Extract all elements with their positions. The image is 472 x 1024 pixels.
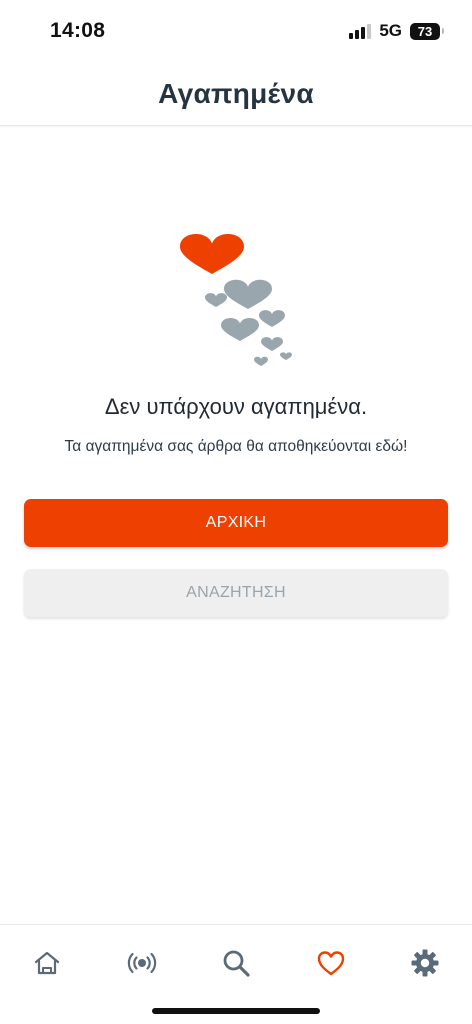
network-type: 5G (379, 21, 402, 40)
home-indicator[interactable] (152, 1008, 320, 1014)
hearts-icon (180, 234, 292, 366)
status-indicators: 5G 73 (349, 21, 444, 41)
status-bar: 14:08 5G 73 (0, 0, 472, 62)
search-icon (223, 950, 250, 977)
page-title: Αγαπημένα (158, 77, 314, 109)
battery-level: 73 (410, 22, 440, 40)
status-time: 14:08 (50, 19, 106, 42)
gear-icon (411, 949, 439, 977)
nav-live[interactable] (114, 935, 170, 991)
live-radio-icon (127, 952, 157, 974)
nav-search[interactable] (208, 935, 264, 991)
battery-icon: 73 (410, 22, 444, 40)
home-icon (34, 951, 60, 975)
nav-home[interactable] (19, 935, 75, 991)
app-header: Αγαπημένα (0, 62, 472, 126)
nav-settings[interactable] (397, 935, 453, 991)
signal-strength-icon (349, 23, 372, 39)
empty-state-subtitle: Τα αγαπημένα σας άρθρα θα αποθηκεύονται … (64, 438, 408, 455)
empty-state-title: Δεν υπάρχουν αγαπημένα. (104, 394, 368, 419)
home-button[interactable]: ΑΡΧΙΚΗ (24, 499, 448, 547)
favorites-screen: 14:08 5G 73 Αγαπημένα Δεν υπάρχουν αγαπη… (0, 0, 472, 1024)
nav-favorites[interactable] (303, 935, 359, 991)
search-button[interactable]: ΑΝΑΖΗΤΗΣΗ (24, 569, 448, 617)
heart-icon (317, 951, 345, 976)
